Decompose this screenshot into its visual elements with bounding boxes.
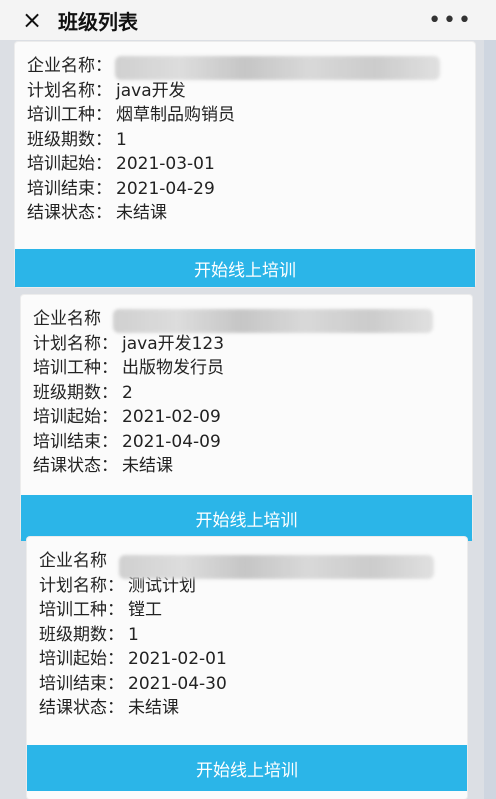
background-page-edge	[484, 40, 496, 799]
start-online-training-button[interactable]: 开始线上培训	[27, 745, 467, 791]
start-date-label: 培训起始：	[39, 649, 124, 669]
trade-value: 出版物发行员	[122, 358, 224, 378]
status-value: 未结课	[128, 698, 179, 718]
period-value: 1	[128, 624, 139, 645]
end-date-label: 培训结束：	[27, 178, 112, 199]
plan-label: 计划名称：	[33, 333, 118, 354]
end-date-value: 2021-04-29	[116, 178, 215, 199]
end-date-value: 2021-04-09	[122, 431, 221, 452]
class-card: 企业名称 计划名称： java开发123 培训工种： 出版物发行员 班级期数： 2 培…	[21, 295, 472, 541]
redacted-company-name	[115, 56, 440, 80]
period-label: 班级期数：	[39, 624, 124, 645]
trade-label: 培训工种：	[27, 105, 112, 125]
trade-value: 烟草制品购销员	[116, 105, 235, 125]
start-date-label: 培训起始：	[33, 407, 118, 427]
start-online-training-button[interactable]: 开始线上培训	[21, 495, 472, 541]
plan-label: 计划名称：	[27, 80, 112, 101]
status-value: 未结课	[122, 456, 173, 476]
trade-label: 培训工种：	[33, 358, 118, 378]
start-date-label: 培训起始：	[27, 154, 112, 174]
trade-value: 镗工	[128, 600, 162, 620]
start-date-value: 2021-03-01	[116, 154, 215, 174]
company-label: 企业名称	[39, 551, 107, 571]
title-bar: × 班级列表 •••	[0, 0, 496, 40]
period-label: 班级期数：	[33, 382, 118, 403]
start-date-value: 2021-02-09	[122, 407, 221, 427]
end-date-label: 培训结束：	[33, 431, 118, 452]
period-value: 2	[122, 382, 133, 403]
status-value: 未结课	[116, 203, 167, 223]
company-label: 企业名称：	[27, 56, 112, 76]
class-card: 企业名称： 计划名称： java开发 培训工种： 烟草制品购销员 班级期数： 1 培训…	[15, 42, 475, 287]
plan-label: 计划名称：	[39, 575, 124, 596]
page-title: 班级列表	[58, 9, 138, 34]
start-date-value: 2021-02-01	[128, 649, 227, 669]
plan-value: java开发123	[122, 333, 225, 354]
close-icon[interactable]: ×	[19, 6, 45, 34]
redacted-company-name	[113, 309, 433, 333]
end-date-label: 培训结束：	[39, 673, 124, 694]
more-options-icon[interactable]: •••	[428, 8, 473, 33]
company-label: 企业名称	[33, 309, 101, 329]
period-label: 班级期数：	[27, 129, 112, 150]
status-label: 结课状态：	[33, 456, 118, 476]
plan-value: java开发	[116, 80, 186, 101]
class-card: 企业名称 计划名称： 测试计划 培训工种： 镗工 班级期数： 1 培训起始： 2021-…	[27, 537, 467, 799]
redacted-company-name	[119, 555, 434, 579]
period-value: 1	[116, 129, 127, 150]
trade-label: 培训工种：	[39, 600, 124, 620]
status-label: 结课状态：	[27, 203, 112, 223]
status-label: 结课状态：	[39, 698, 124, 718]
end-date-value: 2021-04-30	[128, 673, 227, 694]
start-online-training-button[interactable]: 开始线上培训	[15, 249, 475, 287]
